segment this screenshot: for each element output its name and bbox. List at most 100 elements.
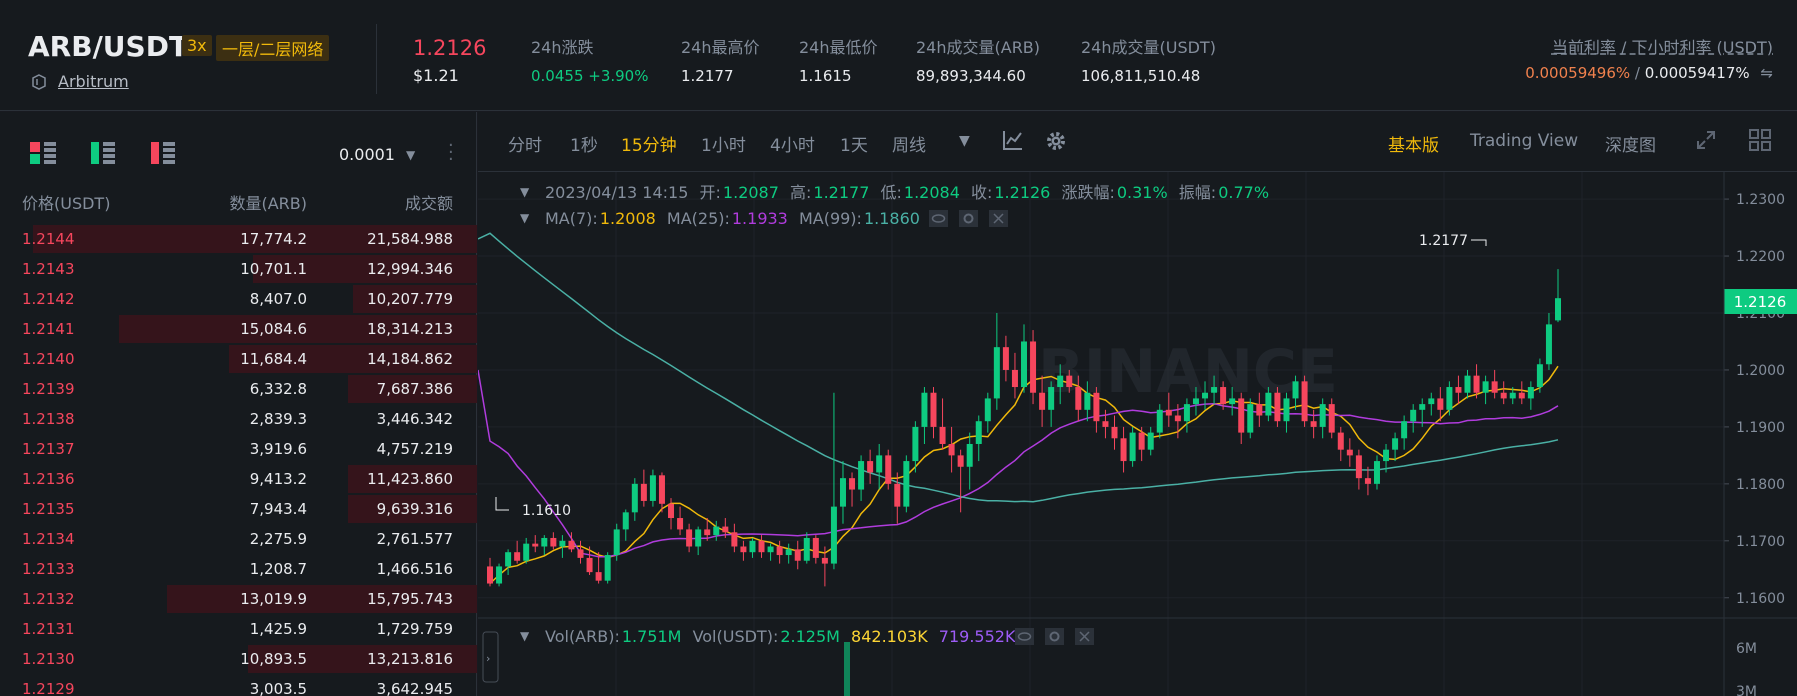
interval-1s[interactable]: 1秒 <box>570 131 598 156</box>
ask-price: 1.2144 <box>22 230 75 248</box>
ask-row[interactable]: 1.2138 2,839.3 3,446.342 <box>0 404 477 434</box>
svg-text:1.2177: 1.2177 <box>1419 233 1468 249</box>
collapse-vol-caret-icon[interactable]: ▼ <box>520 629 530 643</box>
pair-title[interactable]: ARB/USDT <box>28 30 188 63</box>
ask-price: 1.2130 <box>22 650 75 668</box>
ask-row[interactable]: 1.2132 13,019.9 15,795.743 <box>0 584 477 614</box>
candle-body <box>740 546 747 553</box>
funding-separator: / <box>1630 64 1645 82</box>
candle-body <box>1328 404 1335 433</box>
candle-body <box>939 426 946 444</box>
ask-row[interactable]: 1.2140 11,684.4 14,184.862 <box>0 344 477 374</box>
ask-price: 1.2140 <box>22 350 75 368</box>
more-intervals-icon[interactable]: ▼ <box>959 133 970 149</box>
category-tag[interactable]: 一层/二层网络 <box>216 35 330 61</box>
candle-body <box>1518 392 1525 399</box>
ask-total: 1,729.759 <box>376 620 453 638</box>
stat-label: 24h成交量(USDT) <box>1081 38 1216 57</box>
candle-body <box>1491 381 1498 393</box>
ask-row[interactable]: 1.2144 17,774.2 21,584.988 <box>0 224 477 254</box>
ask-row[interactable]: 1.2130 10,893.5 13,213.816 <box>0 644 477 674</box>
ask-row[interactable]: 1.2129 3,003.5 3,642.945 <box>0 674 477 696</box>
interval-1d[interactable]: 1天 <box>840 131 868 156</box>
view-tradingview[interactable]: Trading View <box>1470 131 1578 151</box>
view-basic[interactable]: 基本版 <box>1388 131 1439 156</box>
vol-tick: 3M <box>1736 684 1757 696</box>
funding-rate-label[interactable]: 当前利率 / 下小时利率 (USDT) <box>1552 34 1773 58</box>
interval-time[interactable]: 分时 <box>508 131 542 156</box>
candle-body <box>1437 398 1444 410</box>
chain-link[interactable]: Arbitrum <box>58 72 129 91</box>
vol-eye-icon[interactable] <box>1015 628 1034 645</box>
interval-1w[interactable]: 周线 <box>892 131 926 156</box>
ask-price: 1.2142 <box>22 290 75 308</box>
candle-body <box>1247 404 1254 433</box>
ask-row[interactable]: 1.2141 15,084.6 18,314.213 <box>0 314 477 344</box>
ask-qty: 6,332.8 <box>249 380 307 398</box>
view-depth[interactable]: 深度图 <box>1605 131 1656 156</box>
candle-body <box>1482 381 1489 393</box>
candle-body <box>1174 415 1181 422</box>
ask-qty: 10,893.5 <box>240 650 307 668</box>
candle-body <box>496 566 503 584</box>
candle-body <box>1138 432 1145 450</box>
collapse-ma-caret-icon[interactable]: ▼ <box>520 211 530 225</box>
settings-gear-icon[interactable] <box>1044 129 1068 158</box>
candle-body <box>1030 341 1037 393</box>
candle-body <box>541 537 548 547</box>
candle-body <box>1066 375 1073 388</box>
ask-row[interactable]: 1.2139 6,332.8 7,687.386 <box>0 374 477 404</box>
candle-body <box>1401 421 1408 439</box>
interval-1h[interactable]: 1小时 <box>701 131 746 156</box>
ask-qty: 9,413.2 <box>249 470 307 488</box>
candle-body <box>1337 432 1344 450</box>
candle-body <box>812 537 819 558</box>
indicator-icon[interactable] <box>1002 129 1024 156</box>
order-book-header: 价格(USDT) 数量(ARB) 成交额 <box>0 190 477 213</box>
ask-qty: 1,425.9 <box>249 620 307 638</box>
candle-body <box>1509 392 1516 399</box>
layout-grid-icon[interactable] <box>1749 129 1771 156</box>
book-bids-only-icon[interactable] <box>91 142 117 164</box>
ask-total: 18,314.213 <box>367 320 453 338</box>
candle-body <box>776 546 783 556</box>
ask-row[interactable]: 1.2143 10,701.1 12,994.346 <box>0 254 477 284</box>
more-options-icon[interactable]: · · · <box>448 137 454 169</box>
stat-label: 24h涨跌 <box>531 38 594 57</box>
candle-body <box>1202 392 1209 399</box>
candle-body <box>749 540 756 553</box>
ma-eye-icon[interactable] <box>929 210 948 227</box>
candle-body <box>568 540 575 550</box>
ma-settings-icon[interactable] <box>959 210 978 227</box>
candle-body <box>1446 387 1453 410</box>
ask-row[interactable]: 1.2134 2,275.9 2,761.577 <box>0 524 477 554</box>
candle-body <box>867 461 874 473</box>
leverage-badge[interactable]: 3x <box>182 35 212 56</box>
candle-body <box>1165 409 1172 416</box>
precision-select[interactable]: 0.0001 <box>339 145 395 164</box>
candlestick-chart[interactable]: BINANCE 1.23001.22001.21001.20001.19001.… <box>478 172 1797 696</box>
swap-icon[interactable]: ⇋ <box>1760 64 1773 82</box>
ask-row[interactable]: 1.2133 1,208.7 1,466.516 <box>0 554 477 584</box>
ma-close-icon[interactable] <box>989 210 1008 227</box>
ask-row[interactable]: 1.2131 1,425.9 1,729.759 <box>0 614 477 644</box>
candle-body <box>1192 398 1199 405</box>
interval-4h[interactable]: 4小时 <box>770 131 815 156</box>
token-icon <box>32 74 46 90</box>
ask-row[interactable]: 1.2142 8,407.0 10,207.779 <box>0 284 477 314</box>
fullscreen-icon[interactable] <box>1695 129 1717 156</box>
caret-down-icon[interactable]: ▼ <box>406 148 415 162</box>
candle-body <box>876 455 883 473</box>
vol-settings-icon[interactable] <box>1045 628 1064 645</box>
vol-close-icon[interactable] <box>1075 628 1094 645</box>
book-both-sides-icon[interactable] <box>30 142 56 164</box>
interval-15m[interactable]: 15分钟 <box>621 131 677 156</box>
ask-row[interactable]: 1.2137 3,919.6 4,757.219 <box>0 434 477 464</box>
ask-row[interactable]: 1.2136 9,413.2 11,423.860 <box>0 464 477 494</box>
book-asks-only-icon[interactable] <box>151 142 177 164</box>
ask-row[interactable]: 1.2135 7,943.4 9,639.316 <box>0 494 477 524</box>
candle-body <box>550 537 557 547</box>
collapse-caret-icon[interactable]: ▼ <box>520 185 530 199</box>
candle-body <box>1274 392 1281 422</box>
candle-body <box>948 443 955 456</box>
